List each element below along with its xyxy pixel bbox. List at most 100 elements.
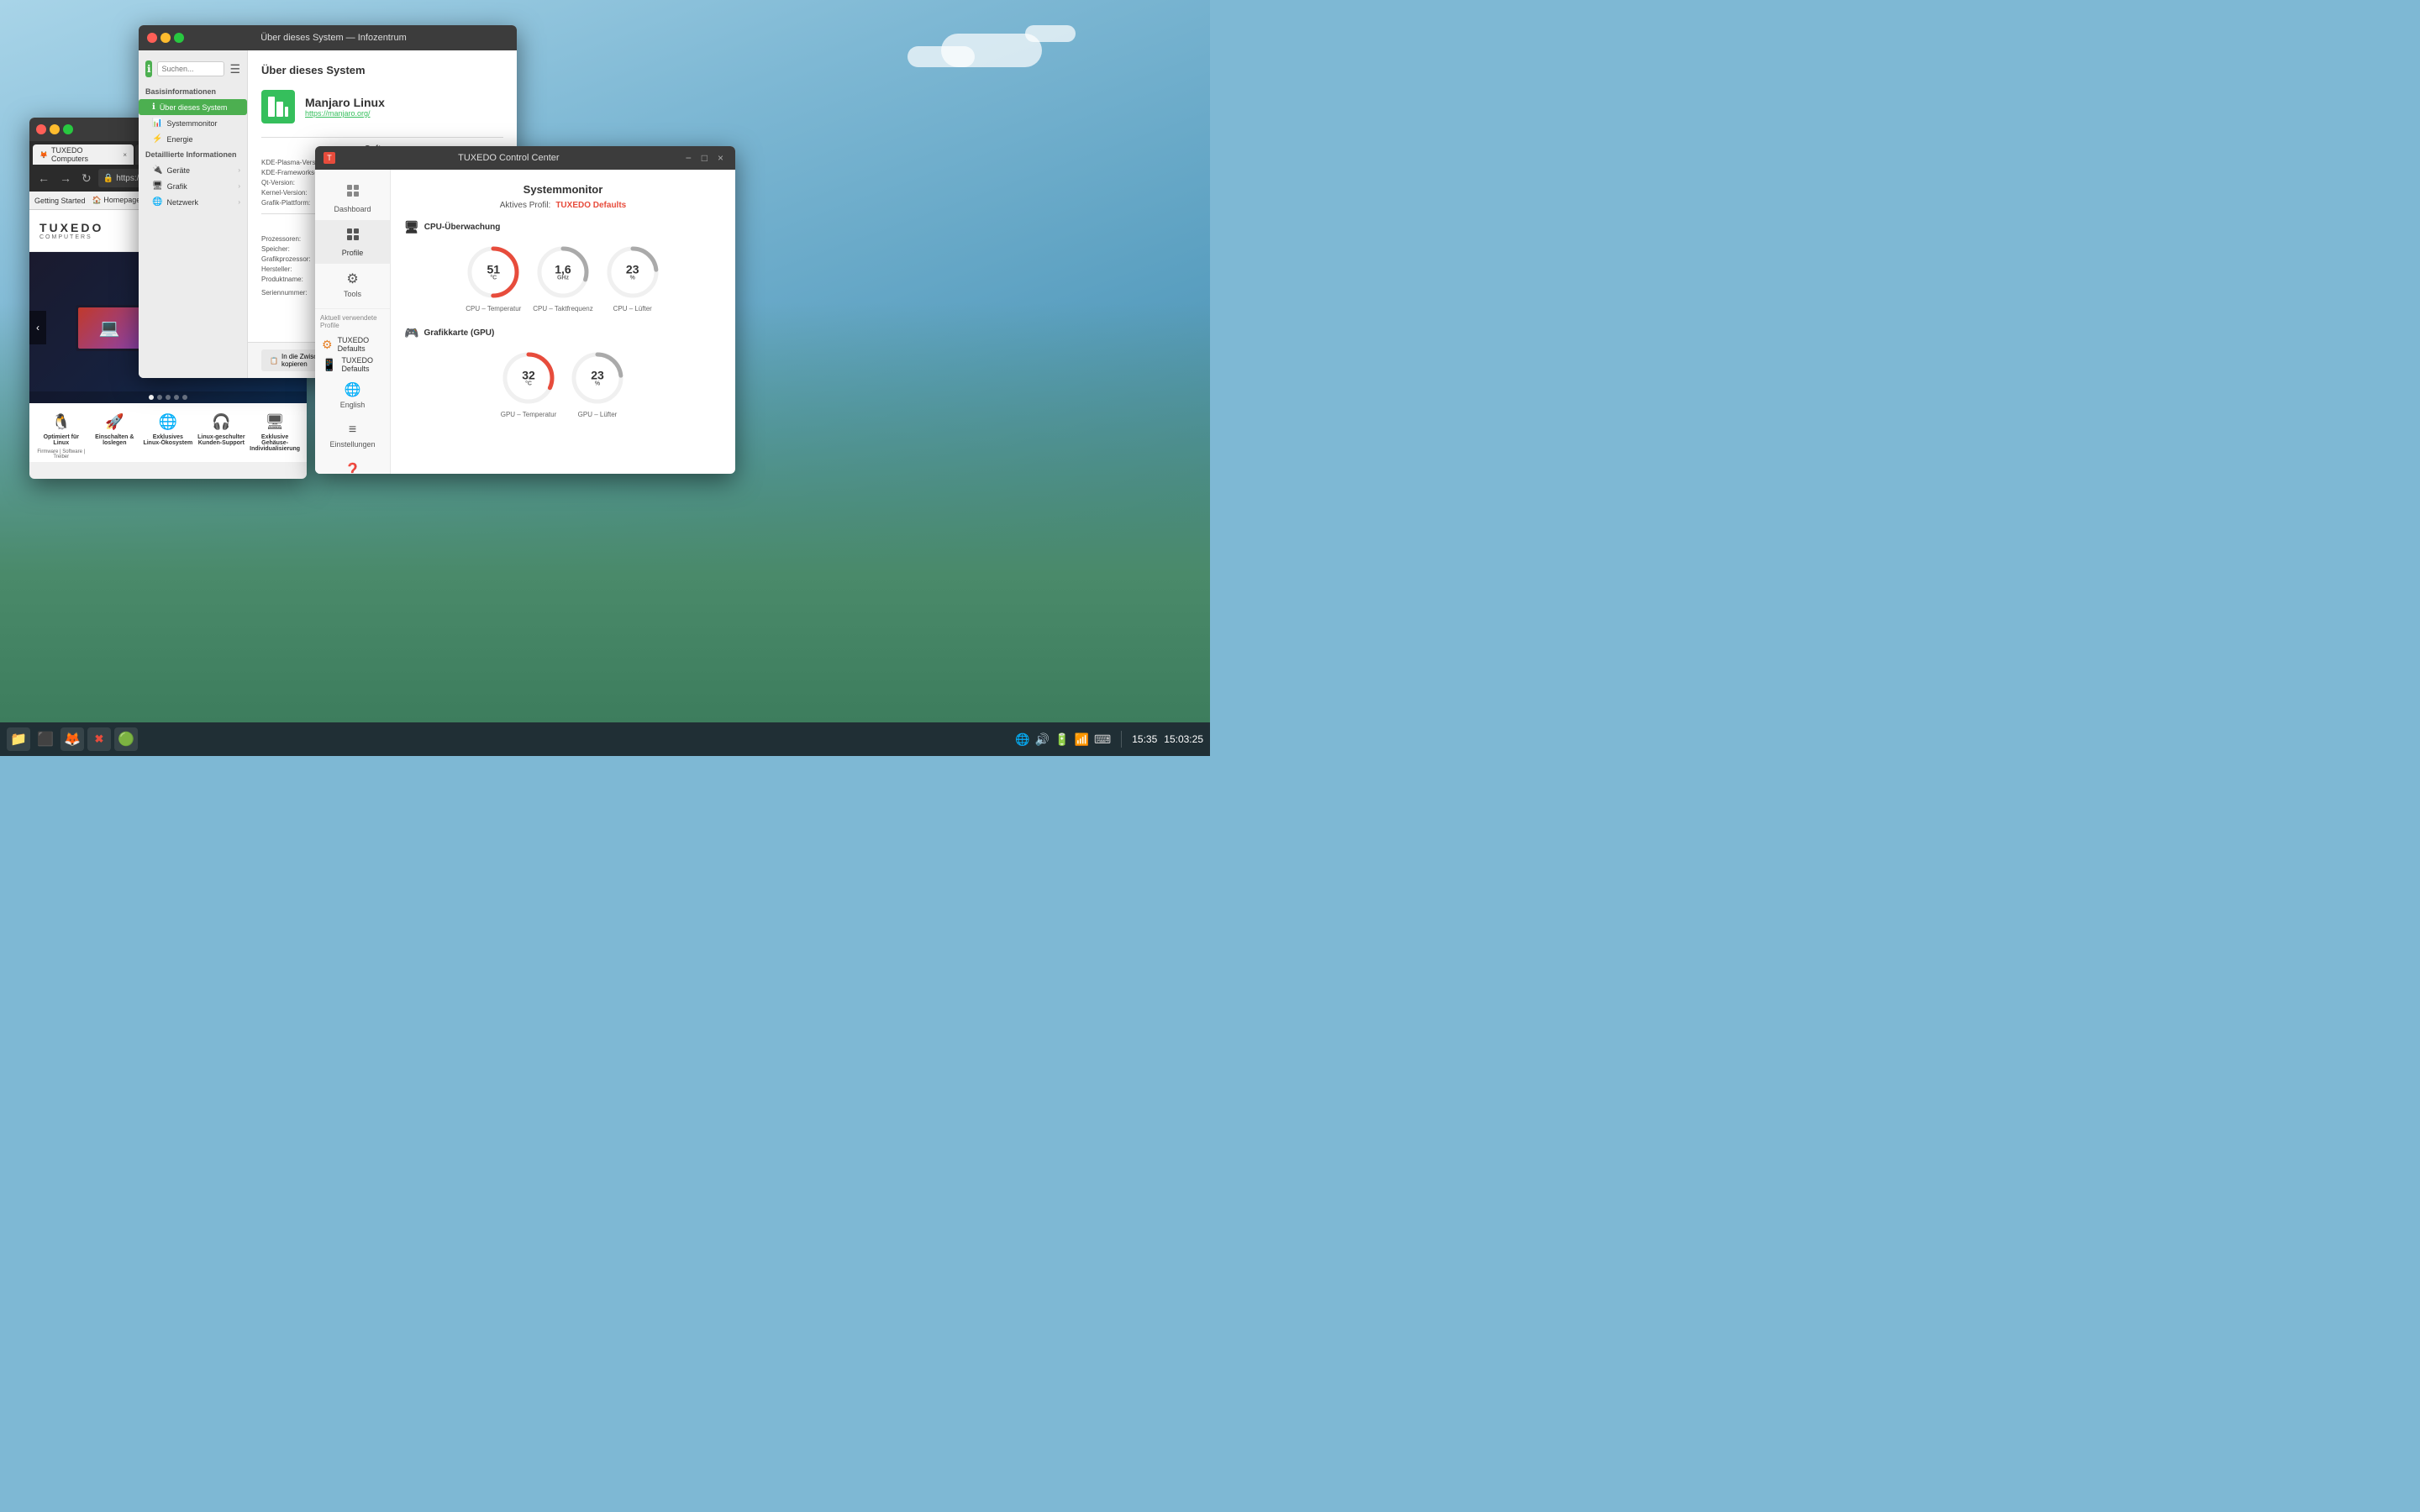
- dot-1: [149, 395, 154, 400]
- forward-btn[interactable]: →: [56, 170, 75, 186]
- battery-tray-icon[interactable]: 🔋: [1055, 732, 1069, 747]
- feature-linux-label: Optimiert für Linux: [36, 434, 87, 446]
- manjaro-header: Manjaro Linux https://manjaro.org/: [261, 90, 503, 123]
- gpu-temp-gauge: 32 °C GPU – Temperatur: [499, 349, 558, 418]
- sysinfo-titlebar: Über dieses System — Infozentrum: [139, 25, 517, 50]
- tcc-nav-profile[interactable]: Profile: [315, 220, 390, 264]
- copy-icon: 📋: [270, 357, 278, 365]
- gpu-section-label: Grafikkarte (GPU): [424, 328, 494, 338]
- tcc-body: Dashboard Profile ⚙ Tools Aktuell: [315, 170, 735, 474]
- manjaro-info: Manjaro Linux https://manjaro.org/: [305, 96, 385, 118]
- cpu-temp-gauge-circle: 51 °C: [464, 243, 523, 302]
- tcc-sidebar-bottom: 🌐 English ≡ Einstellungen ❓ Support ℹ In…: [315, 375, 390, 474]
- sysinfo-item-network-label: Netzwerk: [166, 198, 198, 207]
- tcc-profile-2[interactable]: 📱 TUXEDO Defaults: [315, 354, 390, 375]
- hero-prev-btn[interactable]: ‹: [29, 311, 46, 344]
- tcc-main-content: Systemmonitor Aktives Profil: TUXEDO Def…: [391, 170, 735, 474]
- taskbar-app-tcc[interactable]: ✖: [87, 727, 111, 751]
- graphics-icon: 🖥: [152, 181, 163, 191]
- taskbar-app-discover[interactable]: 🟢: [114, 727, 138, 751]
- gpu-fan-gauge: 23 % GPU – Lüfter: [568, 349, 627, 418]
- reload-btn[interactable]: ↻: [78, 170, 95, 187]
- cpu-fan-gauge-circle: 23 %: [603, 243, 662, 302]
- sysinfo-item-graphics[interactable]: 🖥 Grafik ›: [139, 178, 247, 194]
- manjaro-name: Manjaro Linux: [305, 96, 385, 109]
- keyboard-tray-icon[interactable]: ⌨: [1094, 732, 1111, 747]
- sysinfo-app-icon: ℹ: [145, 60, 152, 77]
- taskbar-app-firefox[interactable]: 🦊: [60, 727, 84, 751]
- tcc-nav-settings[interactable]: ≡ Einstellungen: [315, 416, 390, 455]
- gpu-fan-gauge-circle: 23 %: [568, 349, 627, 407]
- sysinfo-search-input[interactable]: [157, 61, 224, 76]
- dashboard-icon: [345, 183, 360, 202]
- sysinfo-item-about[interactable]: ℹ Über dieses System: [139, 99, 247, 115]
- feature-linux: 🐧 Optimiert für Linux Firmware | Softwar…: [36, 413, 87, 459]
- taskbar-app-terminal[interactable]: ⬛: [34, 727, 57, 751]
- feature-custom: 🖥 Exklusive Gehäuse-Individualisierung: [250, 413, 300, 459]
- sysinfo-item-network[interactable]: 🌐 Netzwerk ›: [139, 194, 247, 210]
- firefox-maximize-btn[interactable]: [63, 124, 73, 134]
- tcc-nav-tools-label: Tools: [344, 290, 361, 298]
- cpu-freq-value: 1,6 GHz: [555, 264, 571, 281]
- sysinfo-item-monitor[interactable]: 📊 Systemmonitor: [139, 115, 247, 131]
- manjaro-url[interactable]: https://manjaro.org/: [305, 109, 385, 118]
- cpu-freq-gauge-circle: 1,6 GHz: [534, 243, 592, 302]
- tcc-profile-1[interactable]: ⚙ TUXEDO Defaults: [315, 334, 390, 354]
- firefox-tab-tuxedo[interactable]: 🦊 TUXEDO Computers ×: [33, 144, 134, 165]
- cpu-freq-label: CPU – Taktfrequenz: [533, 305, 592, 312]
- tcc-profile-1-label: TUXEDO Defaults: [338, 336, 383, 353]
- about-icon: ℹ: [152, 102, 155, 112]
- sysinfo-sidebar: ℹ ☰ Basisinformationen ℹ Über dieses Sys…: [139, 50, 248, 378]
- manufacturer-label: Hersteller:: [261, 265, 292, 273]
- cpu-temp-label: CPU – Temperatur: [466, 305, 521, 312]
- sysinfo-item-energy[interactable]: ⚡ Energie: [139, 131, 247, 147]
- profile-icon: [345, 227, 360, 246]
- firefox-minimize-btn[interactable]: [50, 124, 60, 134]
- tcc-active-profile-value: TUXEDO Defaults: [555, 201, 626, 210]
- english-icon: 🌐: [345, 381, 361, 398]
- audio-tray-icon[interactable]: 🔊: [1035, 732, 1050, 747]
- taskbar-app-files[interactable]: 📁: [7, 727, 30, 751]
- tuxedo-features-section: 🐧 Optimiert für Linux Firmware | Softwar…: [29, 403, 307, 462]
- sysinfo-item-devices[interactable]: 🔌 Geräte ›: [139, 162, 247, 178]
- back-btn[interactable]: ←: [34, 170, 53, 186]
- bookmark-homepage[interactable]: 🏠 Homepage: [92, 196, 141, 205]
- sysinfo-menu-icon[interactable]: ☰: [229, 62, 240, 76]
- tcc-close-btn[interactable]: ×: [714, 152, 727, 164]
- tcc-title-left: T: [324, 152, 335, 164]
- gpu-section-title: 🎮 Grafikkarte (GPU): [404, 326, 722, 340]
- tcc-min-btn[interactable]: −: [682, 152, 695, 164]
- feature-ecosystem-label: ExklusivesLinux-Ökosystem: [143, 434, 192, 446]
- bookmark-getting-started[interactable]: Getting Started: [34, 197, 86, 205]
- tcc-nav-dashboard[interactable]: Dashboard: [315, 176, 390, 220]
- feature-support: 🎧 Linux-geschulterKunden-Support: [197, 413, 247, 459]
- tcc-nav-settings-label: Einstellungen: [329, 440, 375, 449]
- tcc-profiles-section: Aktuell verwendete Profile: [315, 308, 390, 334]
- taskbar-time: 15:35: [1132, 733, 1157, 745]
- gpu-fan-label: GPU – Lüfter: [578, 411, 618, 418]
- tcc-nav-support[interactable]: ❓ Support: [315, 455, 390, 474]
- cpu-fan-value: 23 %: [626, 264, 639, 281]
- sysinfo-window-controls: [147, 33, 184, 43]
- tcc-nav-english[interactable]: 🌐 English: [315, 375, 390, 416]
- tcc-nav-tools[interactable]: ⚙ Tools: [315, 264, 390, 305]
- sysinfo-close-btn[interactable]: [147, 33, 157, 43]
- sysinfo-max-btn[interactable]: [174, 33, 184, 43]
- tcc-nav-english-label: English: [340, 401, 366, 409]
- sysinfo-min-btn[interactable]: [160, 33, 171, 43]
- bluetooth-tray-icon[interactable]: 📶: [1075, 732, 1089, 747]
- tcc-max-btn[interactable]: □: [698, 152, 711, 164]
- feature-switch: 🚀 Einschalten &loslegen: [90, 413, 140, 459]
- dot-3: [166, 395, 171, 400]
- graphics-arrow: ›: [238, 182, 240, 190]
- cpu-section-title: 🖥 CPU-Überwachung: [404, 220, 722, 234]
- network-tray-icon[interactable]: 🌐: [1015, 732, 1029, 747]
- firefox-close-btn[interactable]: [36, 124, 46, 134]
- tcc-nav-dashboard-label: Dashboard: [334, 205, 371, 213]
- tcc-active-profile-label: Aktives Profil:: [500, 201, 551, 210]
- manjaro-logo: [261, 90, 295, 123]
- taskbar-apps: 📁 ⬛ 🦊 ✖ 🟢: [7, 727, 138, 751]
- tcc-title-text: TUXEDO Control Center: [340, 153, 677, 163]
- tcc-profiles-label: Aktuell verwendete Profile: [320, 314, 385, 329]
- gpu-temp-label: GPU – Temperatur: [501, 411, 557, 418]
